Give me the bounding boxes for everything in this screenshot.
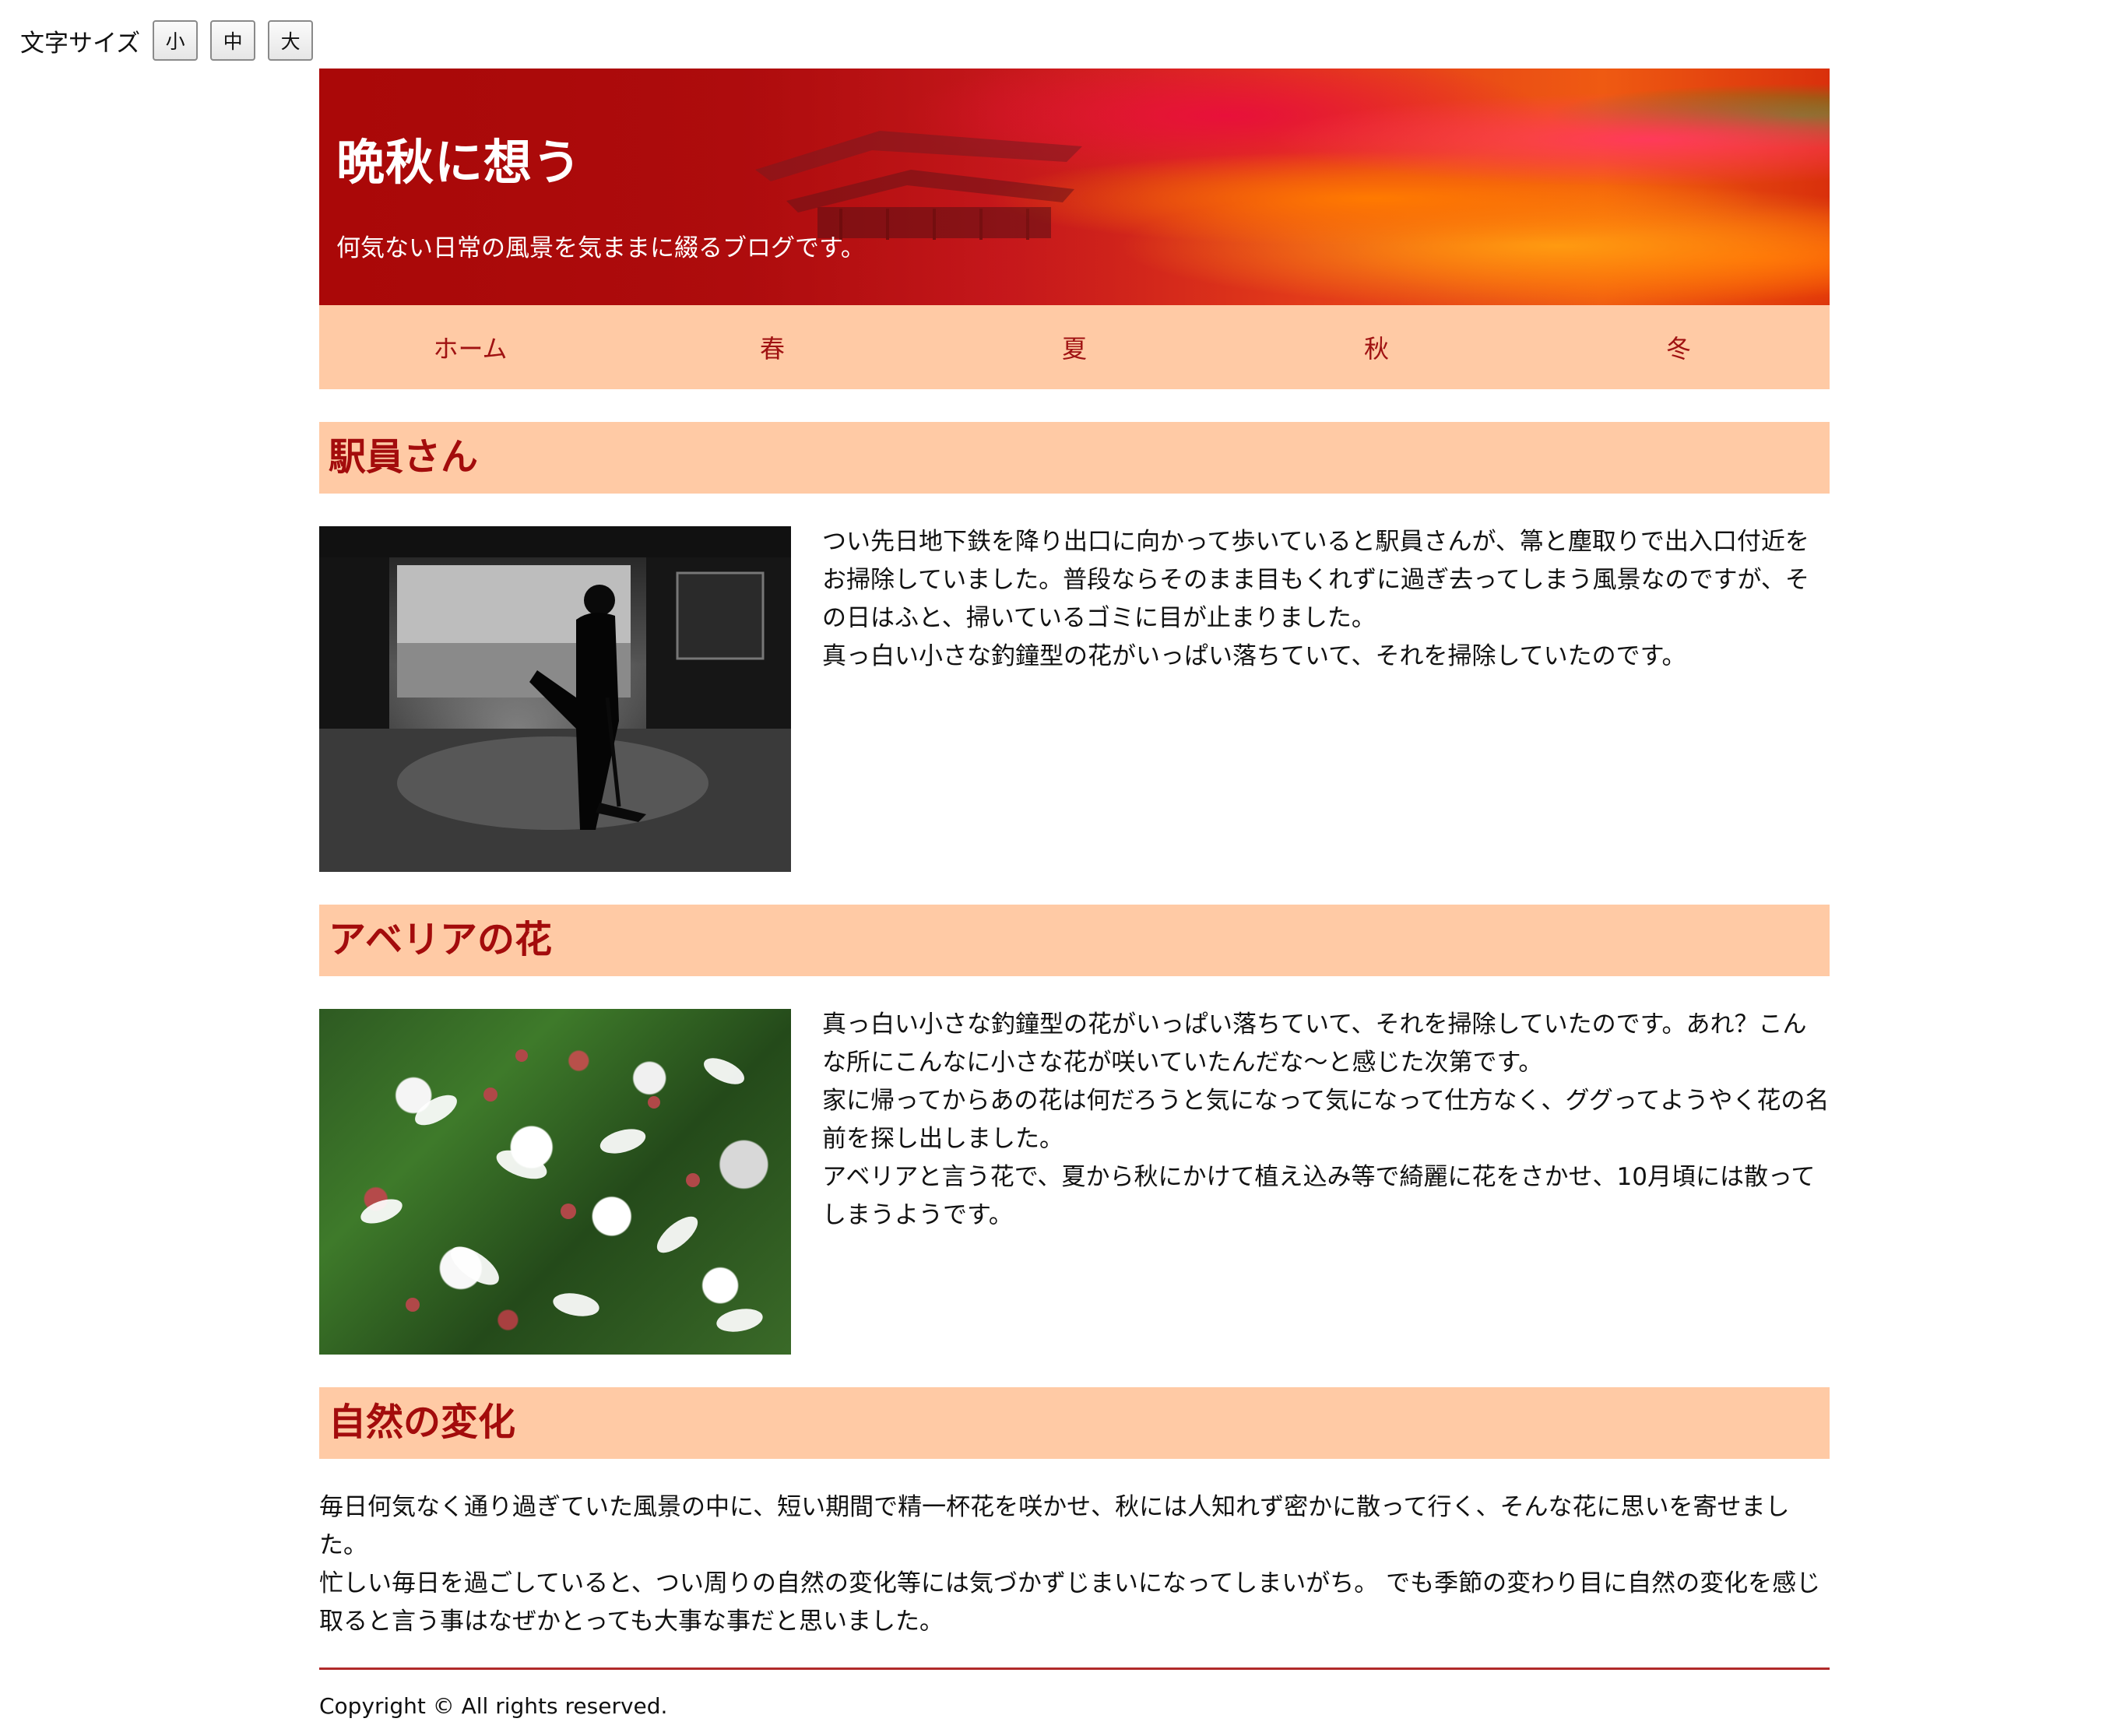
site-title: 晩秋に想う [336,136,582,190]
station-staff-photo [319,526,791,872]
station-staff-photo-illustration [319,526,791,872]
nav-item-summer[interactable]: 夏 [923,305,1225,389]
abelia-flower-photo [319,1009,791,1355]
footer-divider [319,1667,1830,1670]
paragraph: アベリアと言う花で、夏から秋にかけて植え込み等で綺麗に花をさかせ、10月頃には散… [822,1163,1816,1229]
page-container: 晩秋に想う 何気ない日常の風景を気ままに綴るブログです。 ホーム 春 夏 秋 冬… [319,69,1830,1719]
section-heading-nature-change: 自然の変化 [319,1387,1830,1459]
site-subtitle: 何気ない日常の風景を気ままに綴るブログです。 [336,234,865,262]
paragraph: 毎日何気なく通り過ぎていた風景の中に、短い期間で精一杯花を咲かせ、秋には人知れず… [319,1493,1790,1559]
font-size-control: 文字サイズ 小 中 大 [20,20,318,61]
paragraph: つい先日地下鉄を降り出口に向かって歩いていると駅員さんが、箒と塵取りで出入口付近… [822,528,1809,632]
site-header: 晩秋に想う 何気ない日常の風景を気ままに綴るブログです。 [319,69,1830,305]
paragraph: 家に帰ってからあの花は何だろうと気になって気になって仕方なく、ググってようやく花… [822,1087,1830,1153]
font-size-small-button[interactable]: 小 [153,20,199,61]
article-abelia: 真っ白い小さな釣鐘型の花がいっぱい落ちていて、それを掃除していたのです。あれ？こ… [319,1009,1830,1355]
paragraph: 真っ白い小さな釣鐘型の花がいっぱい落ちていて、それを掃除していたのです。あれ？こ… [822,1010,1807,1077]
article-abelia-body: 真っ白い小さな釣鐘型の花がいっぱい落ちていて、それを掃除していたのです。あれ？こ… [822,1006,1830,1355]
nav-item-spring[interactable]: 春 [621,305,923,389]
font-size-label: 文字サイズ [20,29,141,58]
nav-item-autumn[interactable]: 秋 [1225,305,1528,389]
font-size-medium-button[interactable]: 中 [210,20,256,61]
article-station-staff: つい先日地下鉄を降り出口に向かって歩いていると駅員さんが、箒と塵取りで出入口付近… [319,526,1830,872]
section-heading-abelia: アベリアの花 [319,905,1830,976]
font-size-large-button[interactable]: 大 [268,20,314,61]
paragraph: 真っ白い小さな釣鐘型の花がいっぱい落ちていて、それを掃除していたのです。 [822,642,1686,670]
section-heading-station-staff: 駅員さん [319,422,1830,494]
article-nature-change-body: 毎日何気なく通り過ぎていた風景の中に、短い期間で精一杯花を咲かせ、秋には人知れず… [319,1488,1830,1641]
nav-item-winter[interactable]: 冬 [1528,305,1830,389]
nav-item-home[interactable]: ホーム [319,305,621,389]
temple-roof-illustration [755,131,1082,240]
article-station-staff-body: つい先日地下鉄を降り出口に向かって歩いていると駅員さんが、箒と塵取りで出入口付近… [822,523,1830,872]
copyright-text: Copyright © All rights reserved. [319,1693,668,1719]
global-nav: ホーム 春 夏 秋 冬 [319,305,1830,389]
paragraph: 忙しい毎日を過ごしていると、つい周りの自然の変化等には気づかずじまいになってしま… [319,1569,1821,1636]
abelia-flower-photo-illustration [360,1049,763,1332]
